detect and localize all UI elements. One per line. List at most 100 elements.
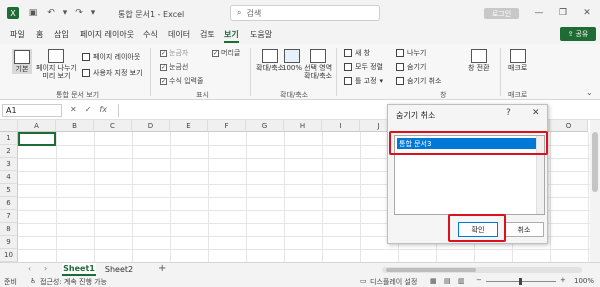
login-button[interactable]: 로그인 bbox=[484, 8, 519, 19]
row-header-7[interactable]: 7 bbox=[0, 210, 18, 223]
row-header-9[interactable]: 9 bbox=[0, 236, 18, 249]
zoom-level[interactable]: 100% bbox=[574, 277, 594, 285]
sheet-tab-2[interactable]: Sheet2 bbox=[102, 263, 136, 276]
redo-icon[interactable]: ↷ bbox=[72, 6, 86, 20]
zoom-slider-thumb[interactable] bbox=[519, 278, 522, 285]
row-header-5[interactable]: 5 bbox=[0, 184, 18, 197]
unhide-icon bbox=[396, 77, 404, 85]
share-button[interactable]: ⇪ 공유 bbox=[560, 27, 596, 41]
column-header-c[interactable]: C bbox=[94, 120, 132, 132]
add-sheet-icon[interactable]: + bbox=[158, 263, 166, 274]
dialog-close-icon[interactable]: ✕ bbox=[532, 108, 540, 118]
vertical-scroll-thumb[interactable] bbox=[592, 132, 598, 192]
page-break-status-icon[interactable]: ▥ bbox=[458, 277, 465, 285]
collapse-ribbon-icon[interactable]: ⌄ bbox=[586, 88, 593, 97]
row-header-3[interactable]: 3 bbox=[0, 158, 18, 171]
accessibility-status[interactable]: 접근성: 계속 진행 가능 bbox=[40, 277, 107, 287]
excel-logo-icon: X bbox=[6, 6, 20, 20]
row-header-6[interactable]: 6 bbox=[0, 197, 18, 210]
tab-insert[interactable]: 삽입 bbox=[54, 29, 69, 40]
tab-data[interactable]: 데이터 bbox=[168, 29, 190, 40]
enter-icon[interactable]: ✓ bbox=[85, 105, 92, 114]
tab-view[interactable]: 보기 bbox=[224, 29, 239, 43]
minimize-icon[interactable]: — bbox=[532, 6, 546, 20]
split-icon bbox=[396, 49, 404, 57]
cancel-button[interactable]: 취소 bbox=[504, 222, 544, 237]
row-header-2[interactable]: 2 bbox=[0, 145, 18, 158]
display-settings[interactable]: 디스플레이 설정 bbox=[370, 277, 417, 287]
tab-help[interactable]: 도움말 bbox=[250, 29, 272, 40]
title-bar: X ▣ ↶ ▾ ↷ ▾ 통합 문서1 - Excel ⌕ 검색 로그인 — ❐ … bbox=[0, 0, 600, 26]
column-header-d[interactable]: D bbox=[132, 120, 170, 132]
name-box[interactable]: A1 bbox=[2, 104, 62, 117]
undo-icon[interactable]: ↶ bbox=[44, 6, 58, 20]
status-bar: 준비 ♿ 접근성: 계속 진행 가능 ▭ 디스플레이 설정 ▦ ▤ ▥ − + … bbox=[0, 276, 600, 287]
search-placeholder: 검색 bbox=[246, 8, 262, 18]
horizontal-scroll-thumb[interactable] bbox=[386, 268, 476, 272]
tab-home[interactable]: 홈 bbox=[36, 29, 43, 40]
page-layout-view-button[interactable]: 페이지 레이아웃 bbox=[82, 52, 140, 62]
column-header-g[interactable]: G bbox=[246, 120, 284, 132]
help-icon[interactable]: ? bbox=[506, 108, 511, 118]
tab-formulas[interactable]: 수식 bbox=[143, 29, 158, 40]
vertical-scrollbar[interactable] bbox=[590, 120, 600, 262]
page-break-label-1: 페이지 나누기 bbox=[36, 64, 77, 72]
formula-bar-checkbox[interactable]: ✓ 수식 입력줄 bbox=[160, 76, 203, 86]
formula-icons: ✕ ✓ fx bbox=[70, 105, 107, 114]
gridlines-checkbox[interactable]: ✓ 눈금선 bbox=[160, 62, 188, 72]
undo-dropdown-icon[interactable]: ▾ bbox=[58, 6, 72, 20]
split-button[interactable]: 나누기 bbox=[396, 48, 426, 58]
next-sheet-icon[interactable]: › bbox=[44, 264, 47, 273]
row-header-8[interactable]: 8 bbox=[0, 223, 18, 236]
headings-checkbox[interactable]: ✓ 머리글 bbox=[212, 48, 240, 58]
prev-sheet-icon[interactable]: ‹ bbox=[28, 264, 31, 273]
custom-views-button[interactable]: 사용자 지정 보기 bbox=[82, 68, 143, 78]
zoom-button[interactable]: 확대/축소 bbox=[256, 49, 284, 72]
search-box[interactable]: ⌕ 검색 bbox=[230, 5, 380, 21]
row-header-4[interactable]: 4 bbox=[0, 171, 18, 184]
tab-file[interactable]: 파일 bbox=[10, 29, 25, 40]
new-window-button[interactable]: 새 창 bbox=[344, 48, 370, 58]
zoom-out-icon[interactable]: − bbox=[476, 276, 482, 284]
gridlines-checkbox-box: ✓ bbox=[160, 63, 167, 71]
ruler-checkbox[interactable]: ✓ 눈금자 bbox=[160, 48, 188, 58]
arrange-all-button[interactable]: 모두 정렬 bbox=[344, 62, 383, 72]
sheet-tab-1[interactable]: Sheet1 bbox=[62, 263, 96, 276]
tab-page-layout[interactable]: 페이지 레이아웃 bbox=[80, 29, 134, 40]
ruler-checkbox-box: ✓ bbox=[160, 49, 167, 57]
macros-button[interactable]: 매크로 bbox=[508, 49, 527, 72]
switch-windows-button[interactable]: 창 전환 bbox=[468, 49, 490, 72]
cancel-icon[interactable]: ✕ bbox=[70, 105, 77, 114]
restore-icon[interactable]: ❐ bbox=[556, 6, 570, 20]
row-header-1[interactable]: 1 bbox=[0, 132, 18, 145]
column-header-h[interactable]: H bbox=[284, 120, 322, 132]
tab-review[interactable]: 검토 bbox=[200, 29, 215, 40]
horizontal-scrollbar[interactable] bbox=[382, 267, 582, 273]
selected-cell[interactable] bbox=[18, 132, 56, 146]
normal-view-status-icon[interactable]: ▦ bbox=[430, 277, 437, 285]
column-header-e[interactable]: E bbox=[170, 120, 208, 132]
unhide-button[interactable]: 숨기기 취소 bbox=[396, 76, 441, 86]
close-icon[interactable]: ✕ bbox=[580, 6, 594, 20]
customize-qat-icon[interactable]: ▾ bbox=[86, 6, 100, 20]
macros-group-label: 매크로 bbox=[508, 91, 528, 99]
insert-function-icon[interactable]: fx bbox=[99, 105, 107, 114]
switch-windows-label: 창 전환 bbox=[468, 64, 490, 72]
page-break-preview-button[interactable]: 페이지 나누기 미리 보기 bbox=[36, 49, 77, 80]
column-header-o[interactable]: O bbox=[550, 120, 588, 132]
row-header-10[interactable]: 10 bbox=[0, 249, 18, 262]
zoom-100-button[interactable]: 100% bbox=[282, 49, 302, 72]
zoom-to-selection-button[interactable]: 선택 영역 확대/축소 bbox=[304, 49, 332, 80]
hide-button[interactable]: 숨기기 bbox=[396, 62, 426, 72]
column-header-f[interactable]: F bbox=[208, 120, 246, 132]
column-header-a[interactable]: A bbox=[18, 120, 56, 132]
select-all-corner[interactable] bbox=[0, 120, 18, 132]
normal-view-button[interactable]: 기본 bbox=[12, 49, 32, 74]
column-header-b[interactable]: B bbox=[56, 120, 94, 132]
zoom-slider[interactable] bbox=[486, 278, 556, 285]
save-icon[interactable]: ▣ bbox=[26, 6, 40, 20]
page-layout-status-icon[interactable]: ▤ bbox=[444, 277, 451, 285]
freeze-panes-button[interactable]: 틀 고정 ▾ bbox=[344, 76, 383, 86]
column-header-i[interactable]: I bbox=[322, 120, 360, 132]
zoom-in-icon[interactable]: + bbox=[560, 276, 566, 284]
